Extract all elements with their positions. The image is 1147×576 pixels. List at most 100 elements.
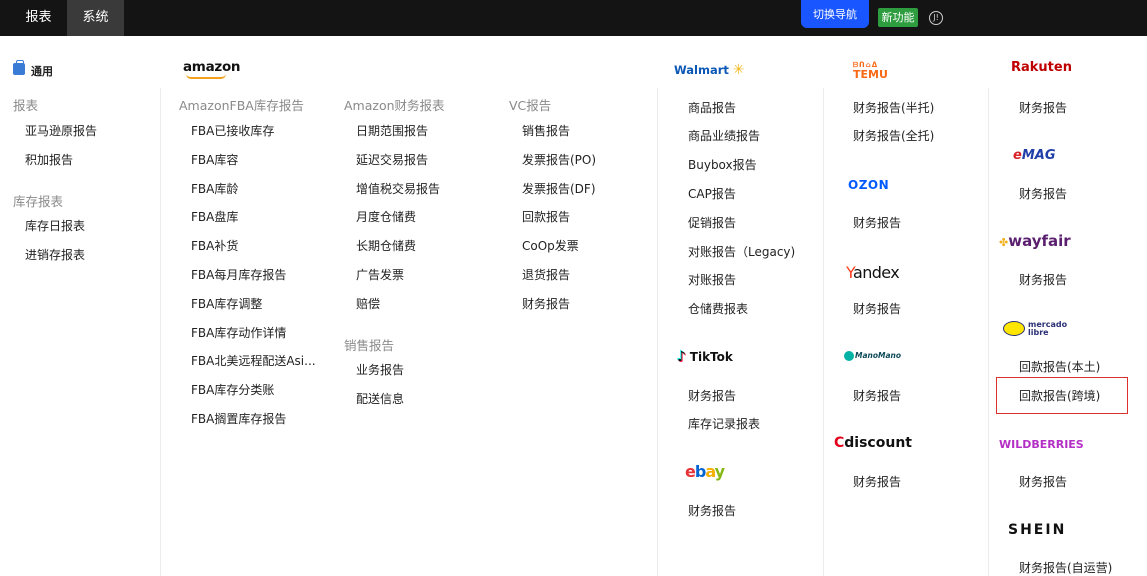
mercado-handshake-icon [1003, 321, 1025, 336]
menu-item-walmart[interactable]: CAP报告 [688, 185, 736, 202]
section-inventory-title: 库存报表 [13, 194, 64, 209]
mercado-logo: mercado libre [1028, 321, 1067, 337]
menu-item-mercado-crossborder[interactable]: 回款报告(跨境) [996, 377, 1128, 414]
menu-item-fba[interactable]: FBA每月库存报告 [191, 266, 286, 283]
menu-item-rakuten[interactable]: 财务报告 [1019, 99, 1067, 116]
menu-item-yandex[interactable]: 财务报告 [853, 300, 901, 317]
yandex-logo-rest: andex [852, 263, 900, 282]
tiktok-note-icon: ♪ [677, 349, 686, 365]
walmart-logo-text: Walmart [674, 63, 729, 77]
menu-item-walmart[interactable]: 商品业绩报告 [688, 127, 760, 144]
menu-item-amazon-sales[interactable]: 配送信息 [356, 390, 404, 407]
general-label: 通用 [31, 65, 53, 78]
menu-item-amazon-sales[interactable]: 业务报告 [356, 361, 404, 378]
temu-logo-text: TEMU [853, 68, 888, 81]
section-amazon-sales-title: 销售报告 [344, 338, 395, 353]
amazon-logo: amazon [183, 59, 241, 75]
menu-item-vc[interactable]: CoOp发票 [522, 237, 579, 254]
rakuten-logo: Rakuten [1011, 60, 1072, 75]
switch-navigation-button[interactable]: 切换导航 [801, 0, 869, 28]
menu-item-vc[interactable]: 销售报告 [522, 122, 570, 139]
menu-item-amazon-finance[interactable]: 广告发票 [356, 266, 404, 283]
menu-item-fba[interactable]: FBA补货 [191, 237, 238, 254]
tab-system[interactable]: 系统 [67, 0, 124, 36]
menu-item-fba[interactable]: FBA搁置库存报告 [191, 410, 286, 427]
menu-item-fba[interactable]: FBA已接收库存 [191, 122, 274, 139]
menu-item-fba[interactable]: FBA库存动作详情 [191, 324, 286, 341]
tab-reports[interactable]: 报表 [10, 0, 67, 36]
emag-logo: eMAG [1013, 148, 1056, 163]
menu-item-fba[interactable]: FBA盘库 [191, 208, 238, 225]
menu-item-mercado-local[interactable]: 回款报告(本土) [1019, 358, 1100, 375]
manomano-logo-text: ManoMano [855, 351, 902, 360]
cdiscount-logo-initial: C [834, 435, 845, 451]
menu-item-cdiscount[interactable]: 财务报告 [853, 473, 901, 490]
section-amazon-finance-title: Amazon财务报表 [344, 98, 445, 113]
menu-item-walmart[interactable]: 商品报告 [688, 99, 736, 116]
menu-item-amazon-raw-report[interactable]: 亚马逊原报告 [25, 122, 97, 139]
menu-item-amazon-finance[interactable]: 日期范围报告 [356, 122, 428, 139]
walmart-logo: Walmart ✳ [674, 62, 744, 78]
menu-item-shein[interactable]: 财务报告(自运营) [1019, 559, 1112, 576]
ebay-logo: ebay [685, 462, 725, 481]
menu-item-amazon-finance[interactable]: 赔偿 [356, 295, 380, 312]
section-reports-title: 报表 [13, 98, 39, 113]
column-divider [160, 88, 161, 576]
menu-item-walmart[interactable]: Buybox报告 [688, 156, 757, 173]
menu-item-fba[interactable]: FBA北美远程配送Asi... [191, 352, 316, 369]
menu-item-vc[interactable]: 回款报告 [522, 208, 570, 225]
yandex-logo-initial: Y [846, 263, 854, 282]
menu-item-fba[interactable]: FBA库龄 [191, 180, 238, 197]
menu-item-walmart[interactable]: 促销报告 [688, 214, 736, 231]
menu-item-manomano[interactable]: 财务报告 [853, 387, 901, 404]
menu-item-tiktok[interactable]: 财务报告 [688, 387, 736, 404]
temu-logo: ᗷᑎ⌂ᐃ TEMU [853, 60, 888, 80]
tiktok-logo: ♪ TikTok [677, 349, 733, 365]
column-divider [657, 88, 658, 576]
new-feature-button[interactable]: 新功能 [878, 8, 918, 27]
menu-item-tiktok[interactable]: 库存记录报表 [688, 415, 760, 432]
menu-item-walmart[interactable]: 对账报告 [688, 271, 736, 288]
menu-item-temu[interactable]: 财务报告(全托) [853, 127, 934, 144]
menu-item-wayfair[interactable]: 财务报告 [1019, 271, 1067, 288]
briefcase-icon [13, 60, 25, 75]
menu-item-amazon-finance[interactable]: 长期仓储费 [356, 237, 416, 254]
menu-item-jijia-report[interactable]: 积加报告 [25, 151, 73, 168]
menu-item-ozon[interactable]: 财务报告 [853, 214, 901, 231]
menu-item-amazon-finance[interactable]: 增值税交易报告 [356, 180, 440, 197]
menu-item-emag[interactable]: 财务报告 [1019, 185, 1067, 202]
menu-item-vc[interactable]: 发票报告(PO) [522, 151, 596, 168]
menu-item-vc[interactable]: 退货报告 [522, 266, 570, 283]
top-bar [0, 0, 1147, 36]
wayfair-pinwheel-icon: ✤ [999, 236, 1009, 249]
menu-item-inventory-daily[interactable]: 库存日报表 [25, 217, 85, 234]
wayfair-logo-text: wayfair [1008, 232, 1071, 250]
emag-logo-initial: e [1013, 148, 1022, 163]
cdiscount-logo: Cdiscount [834, 435, 912, 451]
tiktok-logo-text: TikTok [689, 350, 733, 364]
menu-item-fba[interactable]: FBA库存分类账 [191, 381, 274, 398]
menu-item-vc[interactable]: 发票报告(DF) [522, 180, 596, 197]
walmart-spark-icon: ✳ [732, 62, 745, 78]
cdiscount-logo-rest: discount [844, 435, 912, 451]
emag-logo-rest: MAG [1021, 148, 1056, 163]
menu-item-walmart[interactable]: 仓储费报表 [688, 300, 748, 317]
yandex-logo: Yandex [846, 263, 900, 282]
wayfair-logo: ✤wayfair [999, 232, 1071, 250]
menu-item-fba[interactable]: FBA库存调整 [191, 295, 262, 312]
mercado-logo-line2: libre [1028, 328, 1049, 337]
manomano-mark-icon [844, 351, 854, 361]
menu-item-fba[interactable]: FBA库容 [191, 151, 238, 168]
menu-item-wildberries[interactable]: 财务报告 [1019, 473, 1067, 490]
menu-item-ebay[interactable]: 财务报告 [688, 502, 736, 519]
help-icon[interactable]: J! [929, 11, 943, 25]
menu-item-walmart[interactable]: 对账报告（Legacy) [688, 243, 795, 260]
menu-item-temu[interactable]: 财务报告(半托) [853, 99, 934, 116]
menu-item-amazon-finance[interactable]: 月度仓储费 [356, 208, 416, 225]
menu-item-amazon-finance[interactable]: 延迟交易报告 [356, 151, 428, 168]
manomano-logo: ManoMano [844, 351, 901, 361]
section-vc-title: VC报告 [509, 98, 552, 113]
wildberries-logo: WILDBERRIES [999, 438, 1084, 451]
menu-item-inventory-ledger[interactable]: 进销存报表 [25, 246, 85, 263]
menu-item-vc[interactable]: 财务报告 [522, 295, 570, 312]
